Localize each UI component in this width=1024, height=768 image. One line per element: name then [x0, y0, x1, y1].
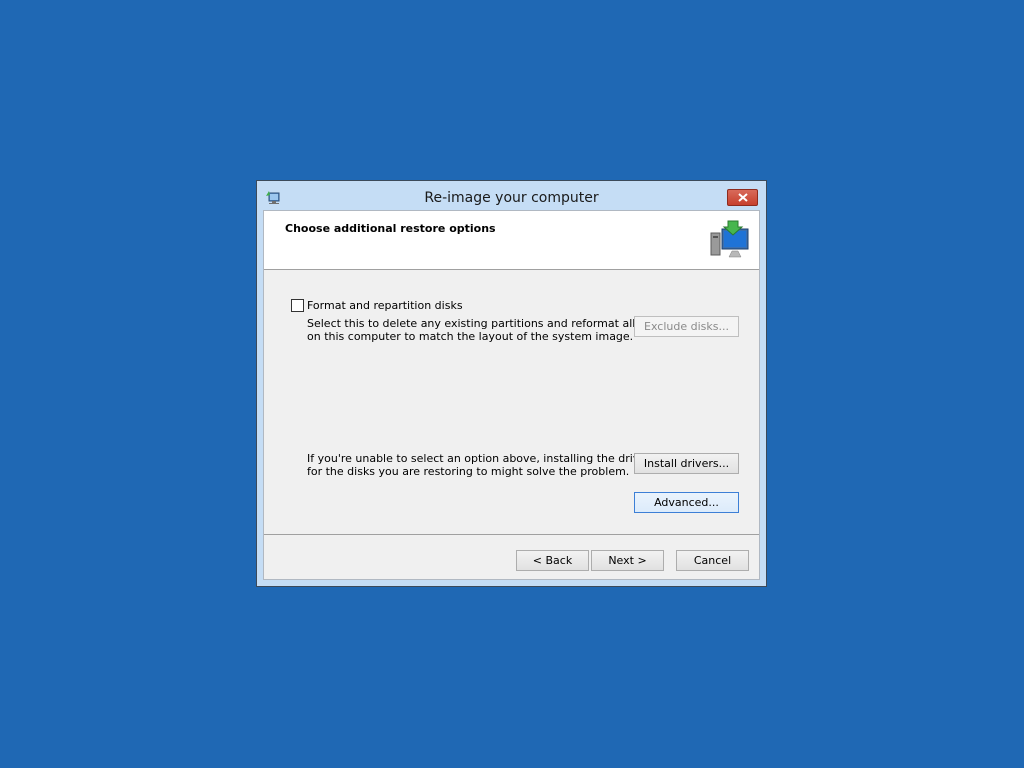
window-title: Re-image your computer [424, 190, 599, 206]
cancel-button[interactable]: Cancel [676, 550, 749, 571]
drivers-info-line2: for the disks you are restoring to might… [307, 465, 630, 478]
close-icon [738, 193, 748, 202]
back-button[interactable]: < Back [516, 550, 589, 571]
wizard-header: Choose additional restore options [264, 211, 759, 269]
computer-restore-icon [708, 217, 752, 261]
footer-divider [264, 534, 759, 535]
close-button[interactable] [727, 189, 758, 206]
format-description-line2: on this computer to match the layout of … [307, 330, 634, 343]
desktop: Re-image your computer Choose additional… [0, 0, 1024, 768]
next-button[interactable]: Next > [591, 550, 664, 571]
page-title: Choose additional restore options [285, 222, 496, 235]
header-divider [264, 269, 759, 270]
format-repartition-label[interactable]: Format and repartition disks [307, 299, 463, 312]
drivers-info-line1: If you're unable to select an option abo… [307, 452, 657, 465]
exclude-disks-button[interactable]: Exclude disks... [634, 316, 739, 337]
dialog-body: Choose additional restore options Format… [263, 210, 760, 580]
format-description-line1: Select this to delete any existing parti… [307, 317, 667, 330]
format-repartition-checkbox[interactable] [291, 299, 304, 312]
reimage-dialog: Re-image your computer Choose additional… [256, 180, 767, 587]
title-bar[interactable]: Re-image your computer [257, 181, 766, 210]
install-drivers-button[interactable]: Install drivers... [634, 453, 739, 474]
advanced-button[interactable]: Advanced... [634, 492, 739, 513]
